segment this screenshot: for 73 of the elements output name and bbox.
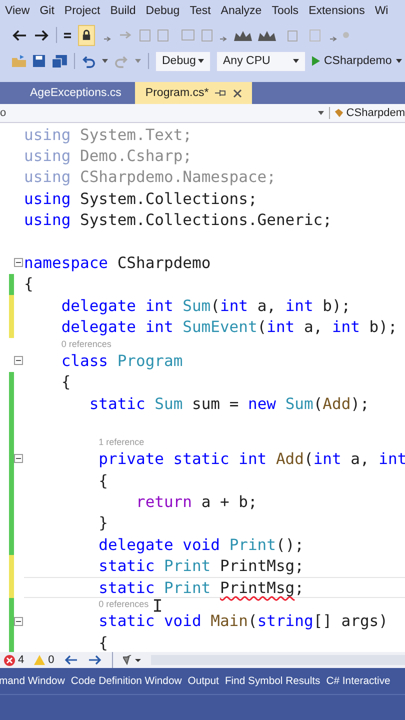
caret-icon: [396, 59, 402, 63]
menu-item[interactable]: Analyze: [220, 5, 262, 17]
code-line: namespace CSharpdemo: [24, 254, 211, 272]
code-line: using CSharpdemo.Namespace;: [24, 168, 276, 186]
forward-arrow-icon[interactable]: [88, 655, 102, 665]
code-line: private static int Add(int a, int: [98, 450, 405, 468]
collapse-icon[interactable]: [14, 454, 23, 464]
tool-window-tab[interactable]: mand Window: [0, 676, 65, 686]
lock-button[interactable]: [78, 24, 95, 46]
code-line: using System.Text;: [24, 126, 192, 144]
menu-item[interactable]: Debug: [146, 5, 180, 17]
file-tab[interactable]: Program.cs*: [135, 82, 252, 104]
code-line: return a + b;: [134, 492, 258, 511]
forward-arrow-icon[interactable]: [34, 28, 49, 42]
menu-item[interactable]: Wi: [374, 5, 388, 17]
collapse-icon[interactable]: [14, 616, 23, 626]
text-cursor-icon: [153, 599, 162, 612]
collapse-icon[interactable]: [14, 356, 23, 366]
open-folder-icon[interactable]: [12, 55, 26, 67]
back-arrow-icon[interactable]: [12, 28, 27, 42]
code-line: {: [24, 275, 34, 294]
platform-dropdown[interactable]: Any CPU: [217, 52, 305, 70]
menu-item[interactable]: Build: [110, 5, 136, 17]
caret-icon: [293, 59, 299, 63]
start-button[interactable]: CSharpdemo: [312, 55, 402, 67]
code-line: using System.Collections.Generic;: [24, 211, 332, 230]
menu-item[interactable]: Extensions: [308, 5, 365, 17]
close-icon[interactable]: [232, 88, 242, 98]
code-line: using Demo.Csharp;: [24, 147, 192, 166]
caret-icon[interactable]: [318, 111, 324, 115]
equals-icon[interactable]: [64, 32, 71, 38]
collapse-icon[interactable]: [14, 258, 23, 268]
file-tab[interactable]: AgeExceptions.cs: [20, 82, 132, 104]
navigation-dropdown[interactable]: CSharpdem: [329, 107, 405, 119]
tool-window-tab[interactable]: Find Symbol Results: [224, 676, 320, 686]
menu-item[interactable]: View: [5, 5, 30, 17]
configuration-dropdown[interactable]: Debug: [156, 52, 210, 70]
menu-item[interactable]: Git: [40, 5, 54, 17]
caret-icon[interactable]: [102, 59, 108, 63]
code-line: {: [98, 634, 108, 652]
warning-count[interactable]: 0: [34, 654, 54, 666]
class-icon: [334, 108, 344, 118]
code-line: static Sum sum = new Sum(Add);: [88, 394, 370, 413]
code-line: using System.Collections;: [24, 190, 258, 208]
code-line: static void Main(string[] args): [98, 612, 388, 630]
play-icon: [312, 56, 320, 66]
code-line: class Program: [60, 352, 183, 370]
code-line: {: [60, 373, 71, 392]
tool-window-tab[interactable]: C# Interactive: [326, 676, 390, 686]
tool-window-tab[interactable]: Output: [188, 676, 219, 686]
code-line: static Print PrintMsg;: [98, 557, 304, 576]
code-line: delegate void Print();: [98, 536, 304, 554]
menu-item[interactable]: Tools: [272, 5, 299, 17]
code-line: static Print PrintMsg;: [98, 578, 304, 596]
code-line: {: [98, 472, 108, 490]
error-count[interactable]: 4: [4, 654, 24, 666]
save-icon[interactable]: [33, 55, 45, 67]
error-icon: [4, 654, 15, 666]
warning-icon: [34, 655, 46, 665]
navigation-dropdown[interactable]: o: [0, 107, 12, 119]
code-line: delegate int Sum(int a, int b);: [60, 296, 351, 315]
undo-icon[interactable]: [82, 54, 95, 68]
lock-icon: [82, 29, 91, 41]
menu-item[interactable]: Project: [64, 5, 100, 17]
caret-icon: [198, 59, 204, 63]
menu-item[interactable]: Test: [190, 5, 211, 17]
code-line: }: [98, 514, 108, 532]
save-all-icon[interactable]: [52, 54, 67, 68]
brush-icon[interactable]: [123, 655, 142, 665]
code-line: delegate int SumEvent(int a, int b);: [60, 318, 398, 336]
back-arrow-icon[interactable]: [64, 655, 78, 665]
tool-window-tab[interactable]: Code Definition Window: [70, 676, 182, 686]
pin-icon[interactable]: [214, 88, 227, 98]
